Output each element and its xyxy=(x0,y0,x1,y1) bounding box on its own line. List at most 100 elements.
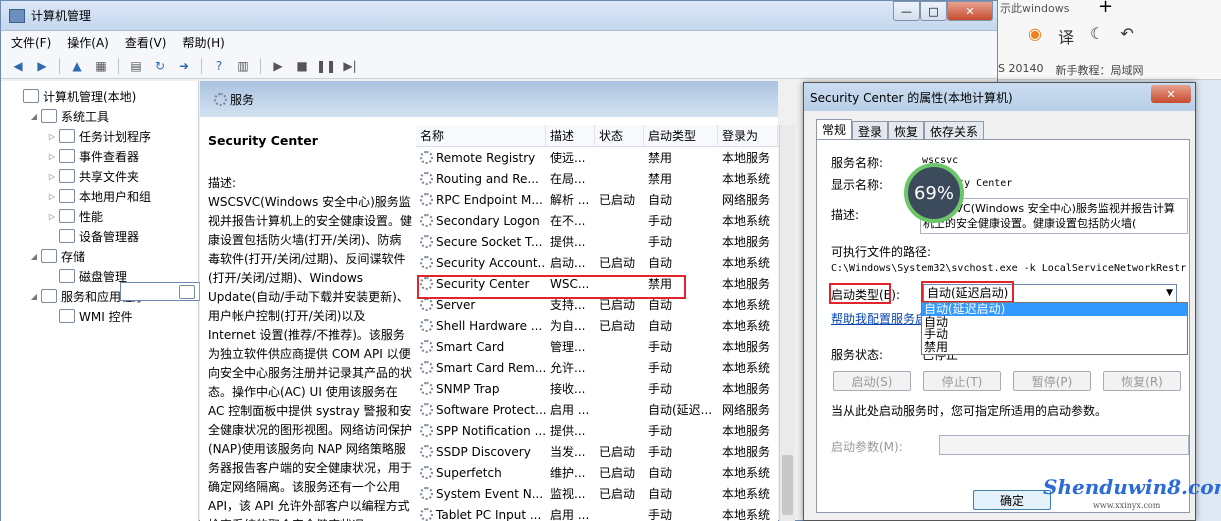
option-manual[interactable]: 手动 xyxy=(922,328,1187,341)
option-auto[interactable]: 自动 xyxy=(922,315,1187,329)
service-logon-as: 网络服务 xyxy=(722,193,771,207)
column-description[interactable]: 描述 xyxy=(546,124,595,147)
start-button[interactable]: 启动(S) xyxy=(833,371,911,391)
service-row[interactable]: SSDP Discovery 当发... 已启动 手动 本地服务 xyxy=(416,441,778,462)
menu-help[interactable]: 帮助(H) xyxy=(182,34,224,51)
close-button[interactable]: ✕ xyxy=(947,1,993,21)
service-row[interactable]: Remote Registry 使远... 禁用 本地服务 xyxy=(416,147,778,168)
service-logon-as: 本地服务 xyxy=(722,382,771,396)
service-row[interactable]: Smart Card 管理... 手动 本地服务 xyxy=(416,336,778,357)
tree-node[interactable]: 设备管理器 xyxy=(1,226,198,246)
tree-expander-icon[interactable]: ◢ xyxy=(29,292,39,301)
option-disabled[interactable]: 禁用 xyxy=(922,340,1187,354)
service-row[interactable]: Smart Card Rem... 允许... 手动 本地系统 xyxy=(416,357,778,378)
service-gear-icon xyxy=(420,423,433,437)
performance-icon xyxy=(59,209,75,223)
tree-expander-icon[interactable]: ▷ xyxy=(47,172,57,181)
bookmark-1[interactable]: S 20140 xyxy=(998,62,1043,78)
tree-expander-icon[interactable]: ▷ xyxy=(47,212,57,221)
tree-node[interactable]: ▷ 性能 xyxy=(1,206,198,226)
tree-expander-icon[interactable]: ▷ xyxy=(47,192,57,201)
tree-node[interactable]: ◢ 存储 xyxy=(1,246,198,266)
up-folder-icon[interactable]: ▲ xyxy=(68,57,86,75)
tree-node[interactable]: ▷ 任务计划程序 xyxy=(1,126,198,146)
service-row[interactable]: Secure Socket T... 提供... 手动 本地服务 xyxy=(416,231,778,252)
service-row[interactable]: Security Account... 启动... 已启动 自动 本地系统 xyxy=(416,252,778,273)
service-row[interactable]: Secondary Logon 在不... 手动 本地系统 xyxy=(416,210,778,231)
menu-file[interactable]: 文件(F) xyxy=(11,34,51,51)
column-logon-as[interactable]: 登录为 xyxy=(718,124,778,147)
column-name[interactable]: 名称 xyxy=(416,124,546,147)
tree-node-label: 存储 xyxy=(61,249,86,264)
menu-view[interactable]: 查看(V) xyxy=(125,34,167,51)
undo-icon[interactable]: ↶ xyxy=(1120,24,1133,48)
show-tree-icon[interactable]: ▦ xyxy=(92,57,110,75)
restart-icon[interactable]: ▶| xyxy=(341,57,359,75)
tree-node[interactable]: WMI 控件 xyxy=(1,306,198,326)
tree-expander-icon[interactable]: ▷ xyxy=(47,152,57,161)
vertical-scrollbar[interactable] xyxy=(779,125,795,521)
dropdown-arrow-icon[interactable]: ▼ xyxy=(1166,285,1173,302)
column-startup-type[interactable]: 启动类型 xyxy=(644,124,718,147)
resume-button[interactable]: 恢复(R) xyxy=(1103,371,1181,391)
service-description: 启用 ... xyxy=(550,508,590,521)
service-row[interactable]: Tablet PC Input ... 启用 ... 手动 本地系统 xyxy=(416,504,778,521)
toolbar: ◀ ▶ ▲ ▦ ▤ ↻ ➜ ? ▥ ▶ ■ ❚❚ ▶| xyxy=(1,53,997,79)
tree-expander-icon[interactable]: ◢ xyxy=(29,252,39,261)
minimize-button[interactable]: — xyxy=(893,1,920,21)
service-status: 已启动 xyxy=(599,445,636,459)
maximize-button[interactable]: □ xyxy=(920,1,947,21)
tree-node[interactable]: ▷ 本地用户和组 xyxy=(1,186,198,206)
service-logon-as: 本地系统 xyxy=(722,172,771,186)
translate-icon[interactable]: 译 xyxy=(1058,24,1074,48)
service-row[interactable]: Software Protect... 启用 ... 自动(延迟... 网络服务 xyxy=(416,399,778,420)
help-configure-link[interactable]: 帮助我配置服务启 xyxy=(831,310,927,327)
ok-button[interactable]: 确定 xyxy=(973,490,1051,510)
computer-management-icon xyxy=(9,8,25,23)
browser-window-fragment: 示此windows + ◉ 译 ☾ ↶ S 20140 新手教程：局域网 xyxy=(998,0,1221,80)
tab-general[interactable]: 常规 xyxy=(816,119,853,139)
tree-expander-icon[interactable]: ◢ xyxy=(29,112,39,121)
pause-icon[interactable]: ❚❚ xyxy=(316,57,336,75)
view-icon[interactable]: ▥ xyxy=(234,57,252,75)
bookmark-2[interactable]: 新手教程：局域网 xyxy=(1055,62,1143,78)
tab-recovery[interactable]: 恢复 xyxy=(888,121,925,139)
tree-node[interactable]: ◢ 系统工具 xyxy=(1,106,198,126)
tree-node[interactable]: ▷ 事件查看器 xyxy=(1,146,198,166)
service-row[interactable]: SNMP Trap 接收... 手动 本地服务 xyxy=(416,378,778,399)
service-startup-type: 手动 xyxy=(648,235,673,249)
tree-node[interactable]: ▷ 共享文件夹 xyxy=(1,166,198,186)
pause-button[interactable]: 暂停(P) xyxy=(1013,371,1091,391)
service-row[interactable]: RPC Endpoint M... 解析 ... 已启动 自动 网络服务 xyxy=(416,189,778,210)
back-icon[interactable]: ◀ xyxy=(9,57,27,75)
dialog-close-button[interactable]: ✕ xyxy=(1151,85,1191,103)
help-icon[interactable]: ? xyxy=(210,57,228,75)
service-startup-type: 自动(延迟... xyxy=(648,403,713,417)
tab-dependencies[interactable]: 依存关系 xyxy=(924,121,985,139)
stop-icon[interactable]: ■ xyxy=(293,57,311,75)
forward-icon[interactable]: ▶ xyxy=(33,57,51,75)
tree-node[interactable]: 计算机管理(本地) xyxy=(1,86,198,106)
start-params-input[interactable] xyxy=(939,435,1189,455)
tree-expander-icon[interactable]: ▷ xyxy=(47,132,57,141)
option-auto-delayed[interactable]: 自动(延迟启动) xyxy=(922,303,1187,316)
game-icon[interactable]: ◉ xyxy=(1028,24,1042,48)
export-icon[interactable]: ➜ xyxy=(175,57,193,75)
speed-gauge-widget[interactable]: 69% xyxy=(904,163,964,223)
properties-icon[interactable]: ▤ xyxy=(127,57,145,75)
tab-logon[interactable]: 登录 xyxy=(852,121,889,139)
menu-action[interactable]: 操作(A) xyxy=(67,34,109,51)
play-icon[interactable]: ▶ xyxy=(269,57,287,75)
service-gear-icon xyxy=(420,339,433,353)
column-status[interactable]: 状态 xyxy=(595,124,644,147)
refresh-icon[interactable]: ↻ xyxy=(151,57,169,75)
service-row[interactable]: Routing and Re... 在局... 禁用 本地系统 xyxy=(416,168,778,189)
service-row[interactable]: System Event N... 监视... 已启动 自动 本地系统 xyxy=(416,483,778,504)
moon-icon[interactable]: ☾ xyxy=(1090,24,1104,48)
stop-button[interactable]: 停止(T) xyxy=(923,371,1001,391)
service-row[interactable]: Superfetch 维护... 已启动 自动 本地系统 xyxy=(416,462,778,483)
browser-tab-title[interactable]: 示此windows xyxy=(1000,0,1069,16)
service-row[interactable]: Shell Hardware ... 为自... 已启动 自动 本地系统 xyxy=(416,315,778,336)
service-row[interactable]: SPP Notification ... 提供... 手动 本地服务 xyxy=(416,420,778,441)
new-tab-button[interactable]: + xyxy=(1098,0,1113,17)
